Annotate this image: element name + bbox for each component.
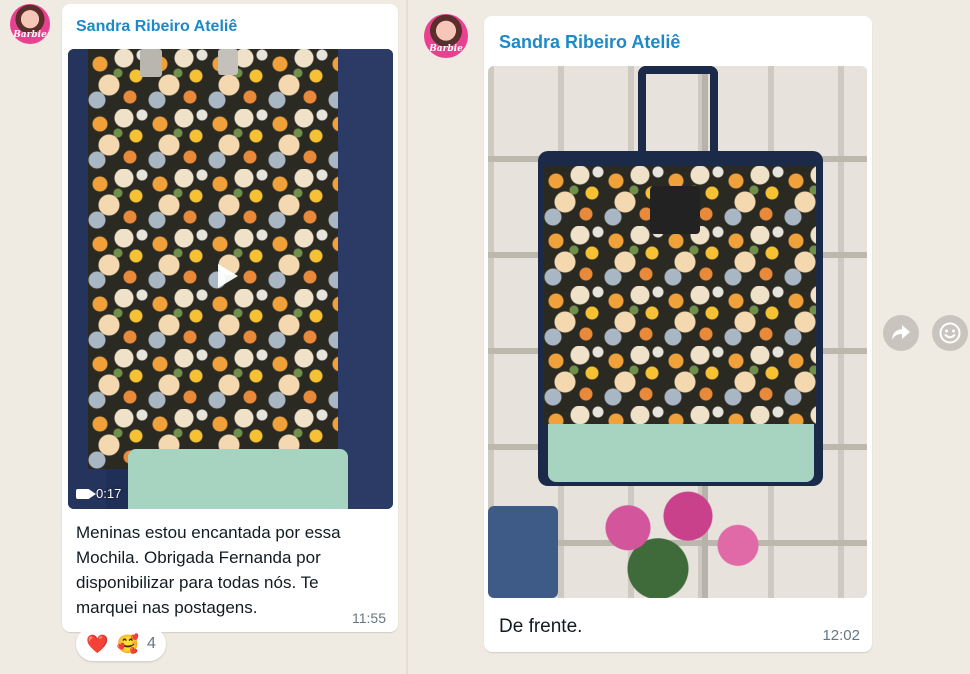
avatar-label: Barbie — [429, 44, 463, 54]
message-caption: De frente. — [499, 616, 583, 637]
sender-name[interactable]: Sandra Ribeiro Ateliê — [76, 18, 237, 36]
video-camera-icon — [76, 488, 96, 499]
video-thumbnail[interactable]: 0:17 — [68, 49, 393, 509]
backpack-fabric — [88, 49, 338, 469]
metal-clip — [218, 49, 238, 75]
flower-bouquet — [578, 481, 778, 598]
smiling-hearts-emoji-icon: 🥰 — [116, 633, 139, 655]
sender-name[interactable]: Sandra Ribeiro Ateliê — [499, 32, 680, 53]
react-button[interactable] — [932, 315, 968, 351]
play-icon[interactable] — [218, 264, 238, 288]
avatar-label: Barbie — [13, 30, 47, 40]
reactions-pill[interactable]: ❤️ 🥰 4 — [76, 627, 166, 661]
backpack-strap — [333, 49, 393, 509]
caption-line: Mochila. Obrigada Fernanda por — [76, 548, 321, 567]
backpack-base — [128, 449, 348, 509]
reaction-count: 4 — [147, 635, 156, 652]
brand-label — [650, 186, 700, 234]
caption-line: disponibilizar para todas nós. Te — [76, 573, 319, 592]
heart-emoji-icon: ❤️ — [86, 633, 109, 655]
avatar[interactable]: Barbie — [10, 4, 50, 44]
metal-clip — [140, 49, 162, 77]
emoji-icon — [939, 322, 961, 344]
duration-label: 0:17 — [96, 486, 122, 501]
forward-button[interactable] — [883, 315, 919, 351]
message-caption: Meninas estou encantada por essa Mochila… — [76, 520, 396, 620]
caption-line: marquei nas postagens. — [76, 598, 258, 617]
forward-icon — [892, 325, 910, 340]
panel-divider — [406, 0, 408, 674]
photo-thumbnail[interactable] — [488, 66, 867, 598]
video-duration: 0:17 — [76, 486, 121, 501]
backpack-base — [548, 424, 814, 482]
avatar[interactable]: Barbie — [424, 14, 468, 58]
message-bubble[interactable]: Sandra Ribeiro Ateliê De frente. 12:02 — [484, 16, 872, 652]
backpack-handle — [638, 66, 718, 156]
message-timestamp: 11:55 — [352, 610, 386, 626]
message-timestamp: 12:02 — [822, 627, 860, 644]
caption-line: Meninas estou encantada por essa — [76, 523, 341, 542]
sewing-machine — [488, 506, 558, 598]
message-bubble[interactable]: Sandra Ribeiro Ateliê 0:17 Meninas estou… — [62, 4, 398, 632]
